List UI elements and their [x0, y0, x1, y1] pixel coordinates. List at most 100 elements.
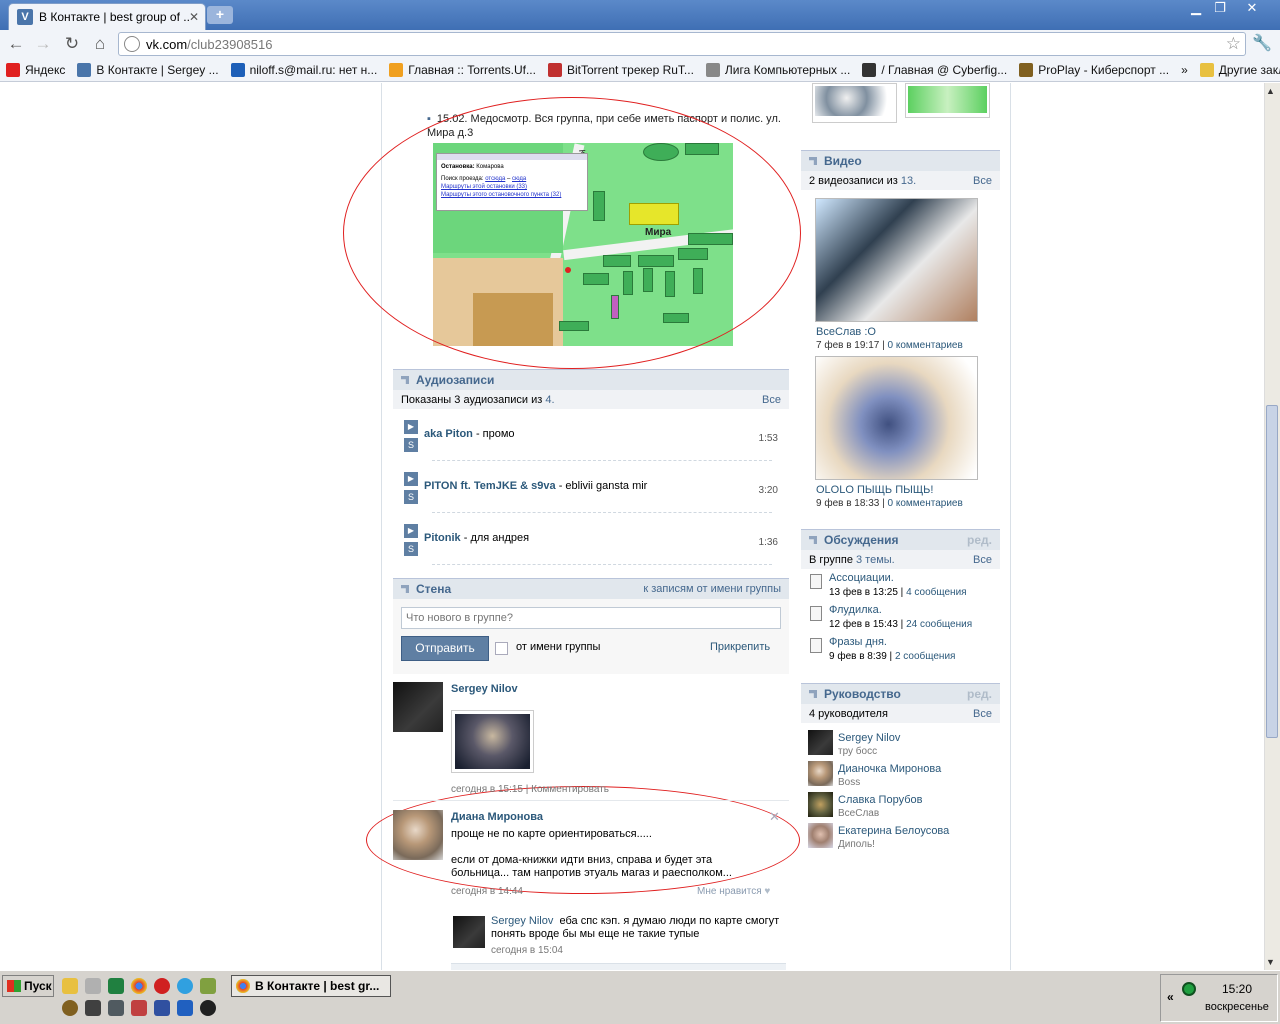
avatar[interactable] — [808, 761, 833, 786]
game-icon[interactable] — [131, 1000, 147, 1016]
bookmark-item[interactable]: niloff.s@mail.ru: нет н... — [225, 62, 384, 77]
minimize-icon[interactable]: ▁ — [1184, 0, 1208, 18]
home-icon[interactable]: ⌂ — [88, 33, 112, 55]
video-all-link[interactable]: Все — [973, 175, 992, 187]
clock-time[interactable]: 15:20 — [1222, 982, 1252, 996]
bookmark-item[interactable]: ProPlay - Киберспорт ... — [1013, 62, 1175, 77]
opera-icon[interactable] — [154, 978, 170, 994]
avatar[interactable] — [393, 682, 443, 732]
app-icon[interactable] — [177, 1000, 193, 1016]
play-icon[interactable]: ▶ — [404, 420, 418, 434]
leader-name[interactable]: Екатерина Белоусова — [838, 825, 949, 837]
photo-thumbnail[interactable] — [812, 83, 897, 123]
discussions-count[interactable]: 3 темы. — [856, 554, 895, 566]
avatar[interactable] — [808, 792, 833, 817]
forward-icon[interactable]: → — [31, 33, 55, 55]
bookmark-item[interactable]: Яндекс — [0, 62, 71, 77]
wall-header[interactable]: Стена к записям от имени группы — [393, 578, 789, 599]
post-photo[interactable] — [451, 710, 534, 773]
steam-icon[interactable] — [108, 1000, 124, 1016]
post-time[interactable]: сегодня в 15:15 — [451, 784, 523, 795]
topic-posts-link[interactable]: 2 сообщения — [895, 651, 956, 662]
discussions-edit-link[interactable]: ред. — [967, 533, 992, 547]
track-artist[interactable]: PITON ft. TemJKE & s9va — [424, 480, 556, 492]
warcraft-icon[interactable] — [62, 1000, 78, 1016]
wall-post-input[interactable] — [401, 607, 781, 629]
video-title[interactable]: ВсеСлав :О — [816, 326, 876, 338]
wall-group-posts-link[interactable]: к записям от имени группы — [643, 583, 781, 595]
as-group-checkbox[interactable] — [495, 642, 508, 655]
like-button[interactable]: Мне нравится ♥ — [697, 886, 770, 897]
leader-name[interactable]: Дианочка Миронова — [838, 763, 941, 775]
topic-title[interactable]: Флудилка. — [829, 604, 882, 616]
skype-icon[interactable] — [177, 978, 193, 994]
bookmarks-overflow-chevron[interactable]: » — [1175, 63, 1194, 77]
play-icon[interactable]: ▶ — [404, 472, 418, 486]
printer-icon[interactable] — [85, 978, 101, 994]
new-tab-button[interactable]: + — [207, 6, 233, 24]
track-artist[interactable]: Pitonik — [424, 532, 461, 544]
discussions-all-link[interactable]: Все — [973, 554, 992, 566]
avatar[interactable] — [808, 823, 833, 848]
h-app-icon[interactable] — [108, 978, 124, 994]
bookmark-item[interactable]: Лига Компьютерных ... — [700, 62, 856, 77]
post-author[interactable]: Диана Миронова — [451, 811, 543, 823]
attach-link[interactable]: Прикрепить — [710, 641, 770, 653]
leader-name[interactable]: Славка Порубов — [838, 794, 922, 806]
folder-icon[interactable] — [62, 978, 78, 994]
address-bar[interactable]: vk.com/club23908516 ☆ — [118, 32, 1246, 56]
video-thumbnail[interactable] — [815, 198, 978, 322]
audio-all-link[interactable]: Все — [762, 394, 781, 406]
wall-submit-button[interactable]: Отправить — [401, 636, 489, 661]
save-track-icon[interactable]: S — [404, 542, 418, 556]
save-track-icon[interactable]: S — [404, 438, 418, 452]
post-author[interactable]: Sergey Nilov — [451, 683, 518, 695]
video-total[interactable]: 13. — [901, 175, 916, 187]
leaders-edit-link[interactable]: ред. — [967, 687, 992, 701]
scroll-down-icon[interactable]: ▼ — [1266, 957, 1275, 967]
tray-expand-icon[interactable]: « — [1167, 990, 1174, 1004]
bookmark-star-icon[interactable]: ☆ — [1226, 34, 1241, 54]
avatar[interactable] — [808, 730, 833, 755]
topic-title[interactable]: Ассоциации. — [829, 572, 894, 584]
audio-count-total[interactable]: 4. — [545, 394, 554, 406]
avatar[interactable] — [453, 916, 485, 948]
leaders-header[interactable]: Руководство ред. — [801, 683, 1000, 704]
audio-header[interactable]: Аудиозаписи — [393, 369, 789, 390]
browser-tab[interactable]: V В Контакте | best group of ... ✕ — [8, 3, 206, 30]
video-title[interactable]: OLOLO ПЫЩЬ ПЫЩЬ! — [816, 484, 933, 496]
reload-icon[interactable]: ↻ — [60, 33, 84, 55]
window-close-icon[interactable]: ✕ — [1240, 0, 1264, 18]
photo-thumbnail[interactable] — [905, 83, 990, 118]
play-icon[interactable]: ▶ — [404, 524, 418, 538]
scrollbar-thumb[interactable] — [1266, 405, 1278, 738]
video-comments-link[interactable]: 0 комментариев — [888, 340, 963, 351]
reply-author[interactable]: Sergey Nilov — [491, 915, 553, 927]
other-bookmarks[interactable]: Другие закладки — [1194, 62, 1280, 77]
leaders-all-link[interactable]: Все — [973, 708, 992, 720]
avatar[interactable] — [393, 810, 443, 860]
comment-link[interactable]: Комментировать — [531, 784, 609, 795]
discussions-header[interactable]: Обсуждения ред. — [801, 529, 1000, 550]
tray-app-icon[interactable] — [1182, 982, 1196, 996]
app-icon[interactable] — [200, 1000, 216, 1016]
bookmark-item[interactable]: Главная :: Torrents.Uf... — [383, 62, 542, 77]
scroll-up-icon[interactable]: ▲ — [1266, 86, 1275, 96]
counter-strike-icon[interactable] — [85, 1000, 101, 1016]
icq-icon[interactable] — [200, 978, 216, 994]
reply-time[interactable]: сегодня в 15:04 — [491, 945, 563, 956]
chrome-icon[interactable] — [131, 978, 147, 994]
topic-title[interactable]: Фразы дня. — [829, 636, 887, 648]
back-icon[interactable]: ← — [4, 33, 28, 55]
start-button[interactable]: Пуск — [2, 975, 54, 997]
video-header[interactable]: Видео — [801, 150, 1000, 171]
wrench-icon[interactable]: 🔧 — [1252, 33, 1272, 53]
leader-name[interactable]: Sergey Nilov — [838, 732, 900, 744]
bookmark-item[interactable]: / Главная @ Cyberfig... — [856, 62, 1013, 77]
topic-posts-link[interactable]: 24 сообщения — [906, 619, 972, 630]
app-icon[interactable] — [154, 1000, 170, 1016]
video-comments-link[interactable]: 0 комментариев — [888, 498, 963, 509]
bookmark-item[interactable]: В Контакте | Sergey ... — [71, 62, 224, 77]
taskbar-window-button[interactable]: В Контакте | best gr... — [231, 975, 391, 997]
video-thumbnail[interactable] — [815, 356, 978, 480]
